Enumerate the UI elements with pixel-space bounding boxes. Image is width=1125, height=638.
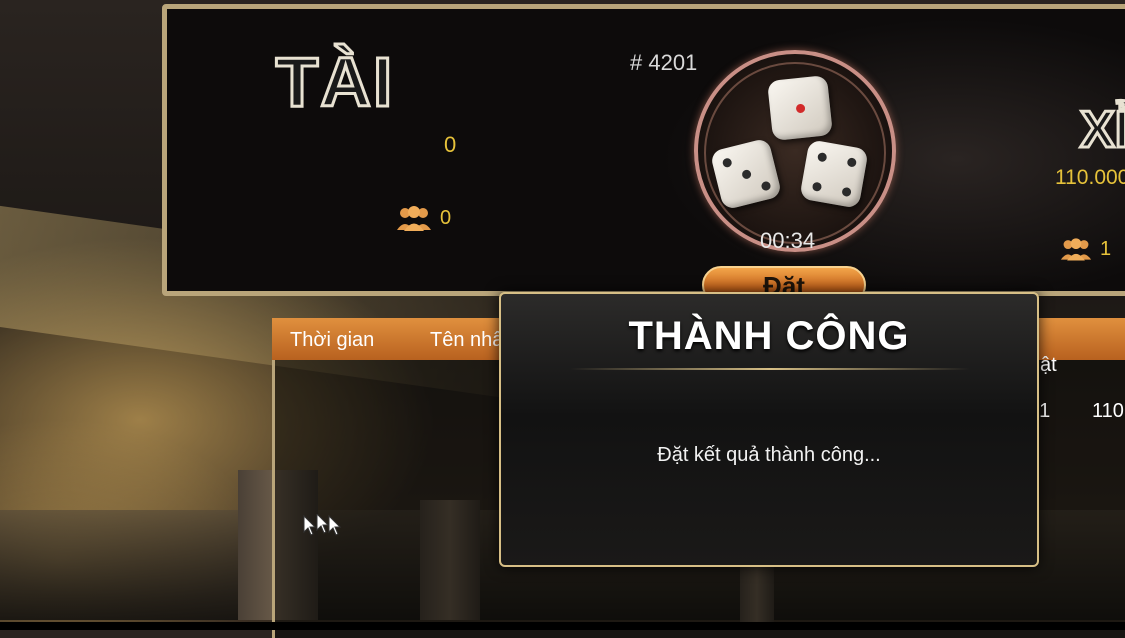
die-pip [841,186,852,198]
die-pip [795,103,806,114]
history-col-bet: ật [1040,354,1057,376]
history-col-name: Tên nhâ [430,329,504,351]
die-1 [767,75,833,141]
countdown-timer: 00:34 [760,228,816,253]
die-pip [846,157,857,168]
xiu-users-value: 1 [1100,237,1112,260]
die-pip [721,157,733,169]
die-pip [741,168,753,180]
history-cell: 110 [1092,400,1124,422]
history-col-time: Thời gian [290,329,375,351]
people-icon [397,206,431,231]
tai-title[interactable]: TÀI [240,42,430,123]
screen-bottom-edge [0,622,1125,630]
xiu-bet-amount: 110.000 [1055,166,1125,189]
modal-title: THÀNH CÔNG [628,314,910,358]
tai-bet-amount: 0 [444,132,457,157]
die-pip [760,180,772,192]
tai-player-count: 0 [396,204,451,232]
xiu-title[interactable]: XỈ [1078,100,1125,161]
round-id: # 4201 [630,50,698,75]
modal-message: Đặt kết quả thành công... [657,444,881,466]
die-pip [811,181,823,192]
people-icon [1060,238,1092,261]
die-pip [817,151,828,163]
cursor-icon [303,514,342,536]
modal-divider [570,368,970,370]
tai-users-value: 0 [440,206,452,229]
die-3 [799,139,869,209]
xiu-player-count: 1 [1060,236,1111,262]
